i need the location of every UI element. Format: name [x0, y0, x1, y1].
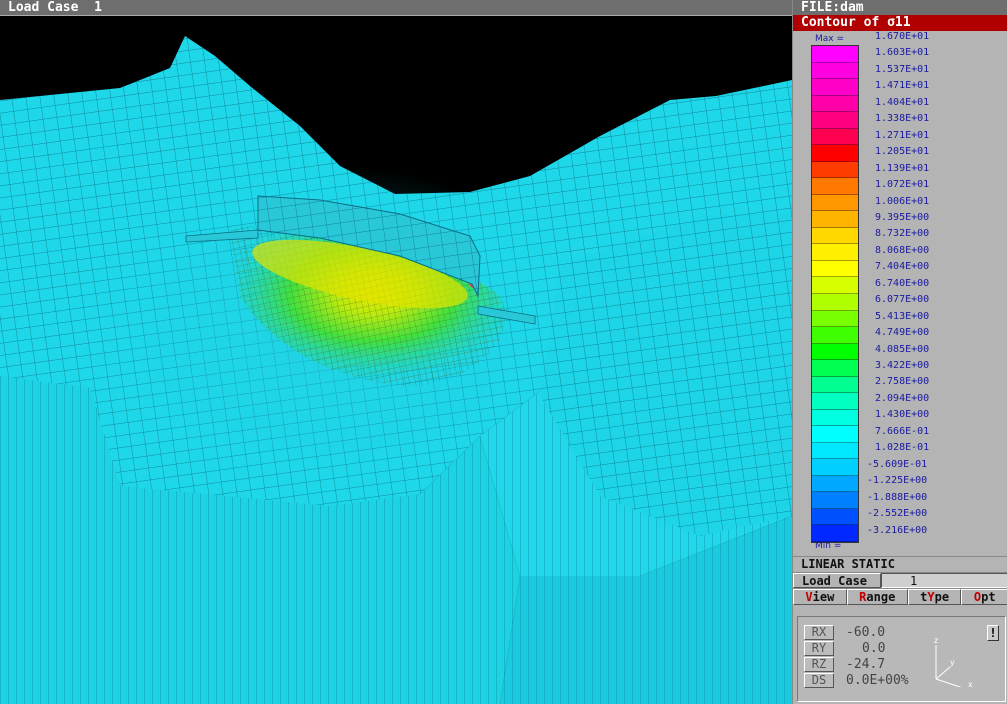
legend-band — [812, 525, 858, 542]
legend-band — [812, 244, 858, 261]
rz-value: -24.7 — [846, 657, 886, 672]
legend-value: 9.395E+00 — [875, 211, 930, 223]
legend-value: -1.888E+00 — [867, 491, 928, 503]
legend-band — [812, 343, 858, 361]
legend-value: 1.139E+01 — [875, 162, 930, 174]
menu-button-0[interactable]: View — [793, 589, 847, 605]
rz-row: RZ -24.7 — [804, 657, 885, 672]
contour-title: Contour of σ11 — [793, 15, 1007, 31]
legend-value: 4.085E+00 — [875, 343, 930, 355]
legend-band — [812, 194, 858, 212]
legend-value: 1.338E+01 — [875, 113, 930, 125]
rz-label[interactable]: RZ — [804, 657, 834, 672]
legend-band — [812, 227, 858, 245]
ds-value: 0.0E+00% — [846, 673, 909, 688]
legend-band — [812, 46, 858, 63]
exclamation-button[interactable]: ! — [987, 625, 999, 641]
legend-value: 1.430E+00 — [875, 409, 930, 421]
legend-value: 5.413E+00 — [875, 310, 930, 322]
legend-value: 7.666E-01 — [875, 425, 930, 437]
legend-value: 1.205E+01 — [875, 146, 930, 158]
legend-band — [812, 178, 858, 195]
legend-value: 6.740E+00 — [875, 277, 930, 289]
legend-band — [812, 508, 858, 526]
menu-button-1[interactable]: Range — [846, 589, 908, 605]
ds-label[interactable]: DS — [804, 673, 834, 688]
legend-max-label: Max = — [815, 34, 845, 44]
legend-band — [812, 310, 858, 328]
control-panel: FILE:dam Contour of σ11 Max = 1.670E+01 1… — [792, 0, 1007, 704]
legend-band — [812, 459, 858, 476]
legend-value: 1.006E+01 — [875, 195, 930, 207]
legend-band — [812, 211, 858, 228]
rx-label[interactable]: RX — [804, 625, 834, 640]
rx-row: RX -60.0 — [804, 625, 885, 640]
legend-value: -3.216E+00 — [867, 524, 928, 536]
axis-triad-icon: z y x — [934, 636, 973, 687]
ry-value: 0.0 — [862, 641, 886, 656]
legend-value: 8.068E+00 — [875, 244, 930, 256]
load-case-row[interactable]: Load Case 1 — [793, 572, 1007, 588]
legend-value: 2.758E+00 — [875, 376, 930, 388]
load-case-title: Load Case 1 — [8, 0, 102, 15]
ry-row: RY 0.0 — [804, 641, 885, 656]
legend-band — [812, 161, 858, 179]
legend-band — [812, 393, 858, 410]
ds-row: DS 0.0E+00% — [804, 673, 909, 688]
legend-band — [812, 475, 858, 493]
legend-value: 3.422E+00 — [875, 360, 930, 371]
legend-color-bar — [811, 45, 859, 543]
legend-value: -2.552E+00 — [867, 508, 928, 520]
legend-band — [812, 492, 858, 509]
legend-band — [812, 376, 858, 394]
legend-band — [812, 145, 858, 162]
view-info-box: RX -60.0 RY 0.0 RZ -24.7 DS 0.0E+00% ! z… — [797, 616, 1006, 702]
legend-value: 1.028E-01 — [875, 442, 930, 454]
analysis-type: LINEAR STATIC — [793, 556, 1007, 572]
rx-value: -60.0 — [846, 625, 886, 640]
legend-value: 1.471E+01 — [875, 80, 930, 92]
legend-band — [812, 426, 858, 443]
fe-model-render[interactable] — [0, 16, 792, 704]
contour-legend: Max = 1.670E+01 1.603E+01 1.537E+01 1.471E+… — [793, 31, 1007, 556]
legend-band — [812, 95, 858, 113]
model-viewport[interactable] — [0, 16, 792, 704]
legend-band — [812, 79, 858, 96]
load-case-value[interactable]: 1 — [881, 573, 1007, 588]
legend-value: 1.603E+01 — [875, 47, 930, 59]
file-title: FILE:dam — [793, 0, 1007, 15]
axis-y-label: y — [950, 658, 955, 667]
axis-x-label: x — [968, 680, 973, 687]
legend-value: 1.537E+01 — [875, 63, 930, 75]
legend-value: 2.094E+00 — [875, 392, 930, 404]
legend-band — [812, 62, 858, 80]
legend-band — [812, 442, 858, 460]
window-title-bar: Load Case 1 — [0, 0, 792, 16]
legend-band — [812, 260, 858, 278]
legend-band — [812, 293, 858, 311]
legend-band — [812, 277, 858, 294]
legend-band — [812, 327, 858, 344]
legend-value: 1.404E+01 — [875, 96, 930, 108]
legend-value: -5.609E-01 — [867, 458, 928, 470]
load-case-label[interactable]: Load Case — [793, 573, 881, 588]
legend-band — [812, 112, 858, 129]
legend-value: 1.072E+01 — [875, 179, 930, 191]
menu-button-2[interactable]: tYpe — [907, 589, 962, 605]
legend-value: -1.225E+00 — [867, 475, 928, 487]
legend-band — [812, 128, 858, 146]
legend-min-label: Min = — [815, 541, 842, 551]
menu-bar: View Range tYpe Opt — [793, 588, 1007, 605]
legend-band — [812, 409, 858, 427]
menu-button-3[interactable]: Opt — [961, 589, 1007, 605]
legend-value: 1.670E+01 — [875, 31, 930, 42]
legend-value: 6.077E+00 — [875, 294, 930, 306]
legend-value: 4.749E+00 — [875, 327, 930, 339]
legend-value: 1.271E+01 — [875, 129, 930, 141]
legend-value: 7.404E+00 — [875, 261, 930, 273]
axis-z-label: z — [934, 636, 938, 645]
ry-label[interactable]: RY — [804, 641, 834, 656]
legend-band — [812, 360, 858, 377]
legend-value: 8.732E+00 — [875, 228, 930, 240]
